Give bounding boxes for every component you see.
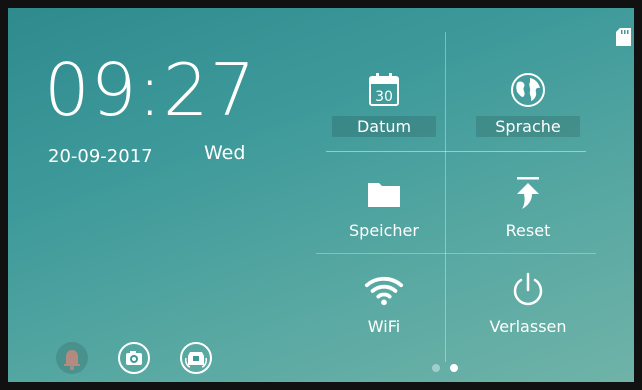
home-panel: 09:27 20-09-2017 Wed 30 Datum Sprache Sp…: [8, 8, 634, 382]
page-dot-1[interactable]: [432, 364, 440, 372]
calendar-icon: 30: [364, 70, 404, 110]
tile-sprache-label: Sprache: [476, 116, 580, 137]
sd-card-icon: [616, 28, 631, 46]
tile-reset-label: Reset: [505, 221, 551, 240]
power-icon: [508, 270, 548, 310]
calendar-day-number: 30: [375, 89, 393, 105]
grid-divider-horizontal-2: [316, 253, 596, 254]
tile-sprache[interactable]: Sprache: [470, 70, 586, 142]
tile-verlassen-label: Verlassen: [489, 317, 567, 336]
tile-wifi-label: WiFi: [367, 317, 401, 336]
reset-icon: [508, 174, 548, 214]
tile-reset[interactable]: Reset: [470, 174, 586, 246]
camera-icon[interactable]: [118, 342, 150, 374]
page-dot-2[interactable]: [450, 364, 458, 372]
grid-divider-horizontal-1: [326, 151, 586, 152]
device-screen: 09:27 20-09-2017 Wed 30 Datum Sprache Sp…: [0, 0, 642, 390]
page-indicator[interactable]: [432, 364, 458, 372]
grid-divider-vertical: [445, 32, 446, 362]
clock-date: 20-09-2017: [48, 146, 153, 167]
tile-speicher[interactable]: Speicher: [326, 174, 442, 246]
wifi-icon: [364, 270, 404, 310]
clock-time: 09:27: [44, 48, 257, 132]
intercom-icon[interactable]: [180, 342, 212, 374]
tile-datum-label: Datum: [332, 116, 436, 137]
tile-wifi[interactable]: WiFi: [326, 270, 442, 342]
globe-icon: [508, 70, 548, 110]
tile-verlassen[interactable]: Verlassen: [470, 270, 586, 342]
clock-day: Wed: [204, 142, 246, 164]
tile-datum[interactable]: 30 Datum: [326, 70, 442, 142]
tile-speicher-label: Speicher: [349, 221, 419, 240]
folder-icon: [364, 174, 404, 214]
bell-icon[interactable]: [56, 342, 88, 374]
